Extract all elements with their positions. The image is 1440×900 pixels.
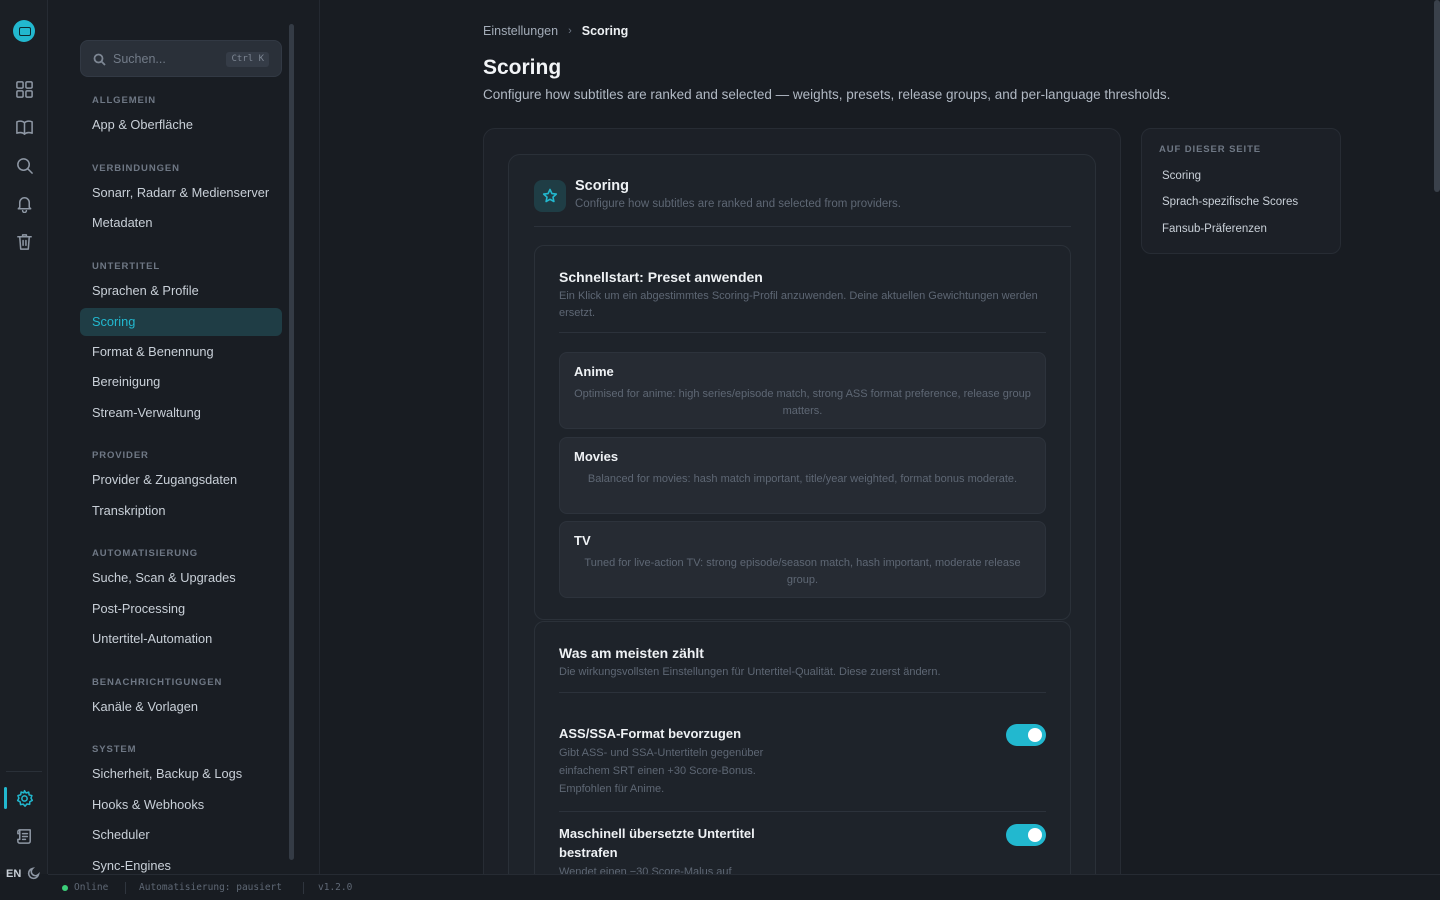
sidebar-item-scheduler[interactable]: Scheduler — [80, 821, 282, 849]
preset-anime-button[interactable]: Anime Optimised for anime: high series/e… — [559, 352, 1046, 429]
breadcrumb: Einstellungen › Scoring — [483, 24, 628, 38]
preset-name: Movies — [574, 449, 619, 464]
bell-icon[interactable] — [14, 193, 34, 213]
sidebar-item-suche-scan-upgrades[interactable]: Suche, Scan & Upgrades — [80, 564, 282, 592]
search-input[interactable] — [113, 49, 223, 69]
setting-divider — [559, 811, 1046, 812]
sidebar-item-sprachen-profile[interactable]: Sprachen & Profile — [80, 277, 282, 305]
setting-ass-ssa-title: ASS/SSA-Format bevorzugen — [559, 726, 742, 741]
machine-translation-penalty-toggle[interactable] — [1006, 824, 1046, 846]
sidebar-item-transkription[interactable]: Transkription — [80, 497, 282, 525]
dashboard-icon[interactable] — [14, 79, 34, 99]
ass-ssa-preference-toggle[interactable] — [1006, 724, 1046, 746]
quickstart-divider — [559, 332, 1046, 333]
group-label-benachrichtigungen: BENACHRICHTIGUNGEN — [92, 677, 223, 688]
sidebar-item-post-processing[interactable]: Post-Processing — [80, 595, 282, 623]
on-this-page-panel: AUF DIESER SEITE Scoring Sprach-spezifis… — [1141, 128, 1341, 254]
sidebar-item-bereinigung[interactable]: Bereinigung — [80, 368, 282, 396]
search-icon[interactable] — [14, 155, 34, 175]
rail-active-indicator — [4, 787, 7, 809]
setting-machine-translation-title: Maschinell übersetzte Untertitel bestraf… — [559, 826, 755, 860]
toc-link-scoring[interactable]: Scoring — [1162, 170, 1201, 182]
important-description: Die wirkungsvollsten Einstellungen für U… — [559, 666, 941, 678]
preset-description: Optimised for anime: high series/episode… — [574, 388, 1031, 417]
quickstart-description: Ein Klick um ein abgestimmtes Scoring-Pr… — [559, 290, 1038, 319]
scoring-card-subtitle: Configure how subtitles are ranked and s… — [575, 198, 902, 210]
preset-movies-button[interactable]: Movies Balanced for movies: hash match i… — [559, 437, 1046, 514]
sidebar-item-sonarr-radarr[interactable]: Sonarr, Radarr & Medienserver — [80, 179, 282, 207]
breadcrumb-chevron-icon: › — [568, 25, 572, 37]
automation-status: Automatisierung: pausiert — [139, 882, 282, 893]
group-label-verbindungen: VERBINDUNGEN — [92, 163, 180, 174]
main-content: Einstellungen › Scoring Scoring Configur… — [321, 0, 1432, 874]
sidebar-item-hooks-webhooks[interactable]: Hooks & Webhooks — [80, 791, 282, 819]
group-label-provider: PROVIDER — [92, 450, 149, 461]
group-label-system: SYSTEM — [92, 744, 137, 755]
toc-link-sprach-scores[interactable]: Sprach-spezifische Scores — [1162, 196, 1298, 208]
logs-scroll-icon[interactable] — [14, 826, 34, 846]
page-description: Configure how subtitles are ranked and s… — [483, 87, 1171, 102]
sidebar-item-metadaten[interactable]: Metadaten — [80, 209, 282, 237]
theme-moon-icon[interactable] — [27, 866, 41, 880]
status-separator — [125, 882, 126, 894]
star-icon — [534, 180, 566, 212]
setting-ass-ssa-description: Gibt ASS- und SSA-Untertiteln gegenüber … — [559, 747, 764, 795]
toc-link-fansub[interactable]: Fansub-Präferenzen — [1162, 223, 1267, 235]
group-label-untertitel: UNTERTITEL — [92, 261, 161, 272]
important-divider — [559, 692, 1046, 693]
online-status-dot — [62, 885, 68, 891]
preset-description: Tuned for live-action TV: strong episode… — [584, 557, 1021, 586]
sidebar-item-untertitel-automation[interactable]: Untertitel-Automation — [80, 625, 282, 653]
group-label-allgemein: ALLGEMEIN — [92, 95, 157, 106]
app-version: v1.2.0 — [318, 882, 353, 893]
sidebar-item-stream-verwaltung[interactable]: Stream-Verwaltung — [80, 399, 282, 427]
library-book-icon[interactable] — [14, 117, 34, 137]
settings-gear-icon[interactable] — [14, 788, 34, 808]
setting-machine-translation-description: Wendet einen −30 Score-Malus auf — [559, 866, 732, 874]
scoring-card-title: Scoring — [575, 178, 629, 194]
preset-name: Anime — [574, 364, 614, 379]
app-logo-icon[interactable] — [13, 20, 35, 42]
search-icon — [93, 53, 106, 66]
preset-description: Balanced for movies: hash match importan… — [587, 473, 1018, 485]
toc-title: AUF DIESER SEITE — [1159, 144, 1262, 155]
sidebar-item-scoring[interactable]: Scoring — [80, 308, 282, 336]
sidebar-item-sync-engines[interactable]: Sync-Engines — [80, 852, 282, 874]
settings-sidebar: Ctrl K ALLGEMEIN App & Oberfläche VERBIN… — [48, 0, 320, 874]
trash-icon[interactable] — [14, 231, 34, 251]
sidebar-item-kanaele-vorlagen[interactable]: Kanäle & Vorlagen — [80, 693, 282, 721]
main-scrollbar[interactable] — [1434, 0, 1440, 192]
preset-tv-button[interactable]: TV Tuned for live-action TV: strong epis… — [559, 521, 1046, 598]
sidebar-item-format-benennung[interactable]: Format & Benennung — [80, 338, 282, 366]
status-separator — [303, 882, 304, 894]
status-bar: Online Automatisierung: pausiert v1.2.0 — [48, 874, 1440, 900]
connection-status: Online — [74, 882, 109, 893]
sidebar-item-sicherheit-backup-logs[interactable]: Sicherheit, Backup & Logs — [80, 760, 282, 788]
breadcrumb-parent-link[interactable]: Einstellungen — [483, 24, 558, 38]
language-switch[interactable]: EN — [6, 868, 21, 880]
search-shortcut-hint: Ctrl K — [226, 52, 269, 67]
rail-divider — [6, 771, 42, 772]
sidebar-item-app-oberflaeche[interactable]: App & Oberfläche — [80, 111, 282, 139]
quickstart-title: Schnellstart: Preset anwenden — [559, 269, 763, 285]
important-title: Was am meisten zählt — [559, 645, 704, 661]
search-box[interactable]: Ctrl K — [80, 40, 282, 77]
card-header-divider — [534, 226, 1071, 227]
breadcrumb-current: Scoring — [581, 24, 629, 38]
group-label-automatisierung: AUTOMATISIERUNG — [92, 548, 199, 559]
sidebar-scrollbar[interactable] — [289, 24, 294, 860]
page-title: Scoring — [483, 56, 562, 79]
sidebar-item-provider-zugangsdaten[interactable]: Provider & Zugangsdaten — [80, 466, 282, 494]
icon-rail: EN — [0, 0, 48, 880]
preset-name: TV — [574, 533, 591, 548]
